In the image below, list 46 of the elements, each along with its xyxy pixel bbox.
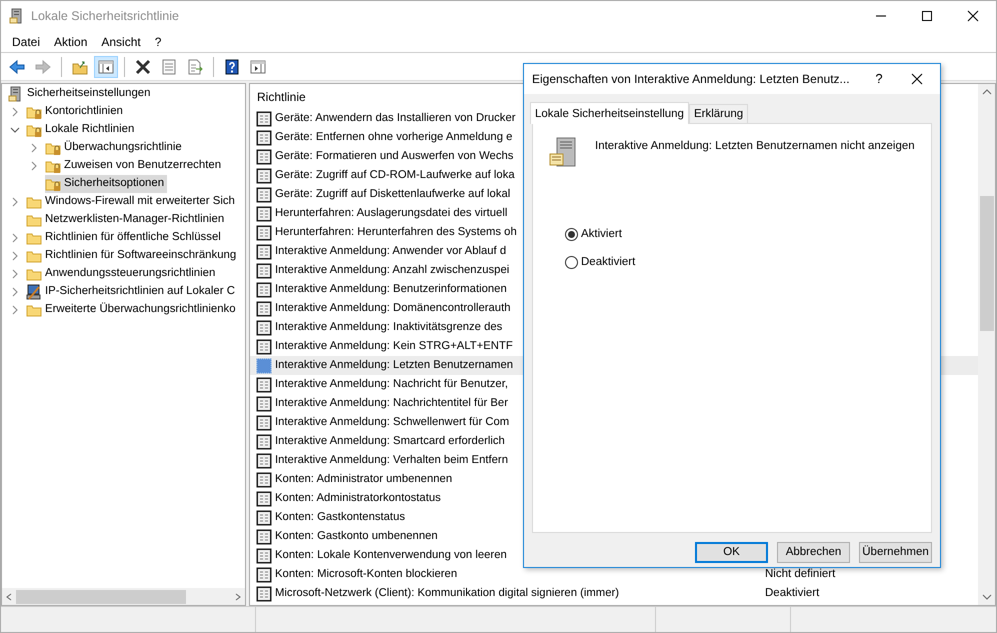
policy-name: Interaktive Anmeldung: Anwender vor Ablauf d xyxy=(275,244,506,260)
policy-name: Interaktive Anmeldung: Schwellenwert für Com xyxy=(275,415,510,430)
tree-item-label: Sicherheitsoptionen xyxy=(64,176,164,192)
policy-setting: Nicht definiert xyxy=(765,566,836,582)
policy-name: Interaktive Anmeldung: Letzten Benutzernamen xyxy=(275,358,514,374)
policy-name: Interaktive Anmeldung: Domänencontrollerauth xyxy=(275,301,510,316)
policy-name: Geräte: Entfernen ohne vorherige Anmeldung e xyxy=(275,130,512,146)
policy-name: Konten: Administrator umbenennen xyxy=(275,472,452,488)
policy-name: Konten: Administratorkontostatus xyxy=(275,491,441,506)
policy-name: Konten: Microsoft-Konten blockieren xyxy=(275,567,458,582)
tree-item-label: Erweiterte Überwachungsrichtlinienko xyxy=(45,302,236,318)
tree-item-label: Netzwerklisten-Manager-Richtlinien xyxy=(45,212,224,228)
policy-name: Interaktive Anmeldung: Kein STRG+ALT+ENTF xyxy=(275,339,513,354)
tree-item-label: Richtlinien für öffentliche Schlüssel xyxy=(45,230,221,246)
policy-name: Konten: Gastkontenstatus xyxy=(275,510,405,526)
dialog-title: Eigenschaften von Interaktive Anmeldung: Letzten Benutz... xyxy=(532,71,850,88)
policy-name: Geräte: Formatieren und Auswerfen von Wechs xyxy=(275,149,514,164)
policy-name: Interaktive Anmeldung: Inaktivitätsgrenze des xyxy=(275,320,502,336)
radio-label: Deaktiviert xyxy=(581,255,636,270)
policy-name: Konten: Lokale Kontenverwendung von leeren xyxy=(275,548,507,564)
tree-item-label: Kontorichtlinien xyxy=(45,104,123,120)
policy-name: Interaktive Anmeldung: Nachrichtentitel für Ber xyxy=(275,396,508,412)
policy-name: Interaktive Anmeldung: Benutzerinformationen xyxy=(275,282,507,298)
policy-name: Herunterfahren: Auslagerungsdatei des virtuell xyxy=(275,206,508,222)
window-title: Lokale Sicherheitsrichtlinie xyxy=(31,8,179,25)
policy-name: Interaktive Anmeldung: Anzahl zwischenzuspei xyxy=(275,263,510,278)
policy-name: Geräte: Zugriff auf Diskettenlaufwerke auf lokal xyxy=(275,187,510,202)
tree-item-label: Sicherheitseinstellungen xyxy=(27,86,150,102)
policy-name: Herunterfahren: Herunterfahren des Systems oh xyxy=(275,225,517,240)
policy-name: Geräte: Anwendern das Installieren von Drucker xyxy=(275,111,516,126)
policy-title: Interaktive Anmeldung: Letzten Benutzernamen nicht anzeigen xyxy=(595,139,915,154)
tree-item-label: Überwachungsrichtlinie xyxy=(64,140,182,156)
policy-setting: Deaktiviert xyxy=(765,586,820,601)
policy-name: Geräte: Zugriff auf CD-ROM-Laufwerke auf loka xyxy=(275,168,515,184)
tree-item-label: IP-Sicherheitsrichtlinien auf Lokaler C xyxy=(45,284,235,300)
tree-item-label: Richtlinien für Softwareeinschränkung xyxy=(45,248,236,264)
tree-item-label: Zuweisen von Benutzerrechten xyxy=(64,158,222,174)
policy-name: Microsoft-Netzwerk (Client): Kommunikation digital signieren (immer) xyxy=(275,586,620,602)
policy-name: Interaktive Anmeldung: Verhalten beim Entfern xyxy=(275,453,508,468)
policy-name: Interaktive Anmeldung: Nachricht für Benutzer, xyxy=(275,377,508,392)
policy-name: Konten: Gastkonto umbenennen xyxy=(275,529,438,544)
tree-item-label: Lokale Richtlinien xyxy=(45,122,134,138)
policy-name: Interaktive Anmeldung: Smartcard erforderlich xyxy=(275,434,505,450)
tree-item-label: Windows-Firewall mit erweiterter Sich xyxy=(45,194,235,210)
radio-label: Aktiviert xyxy=(581,227,622,242)
tree-item-label: Anwendungssteuerungsrichtlinien xyxy=(45,266,216,282)
